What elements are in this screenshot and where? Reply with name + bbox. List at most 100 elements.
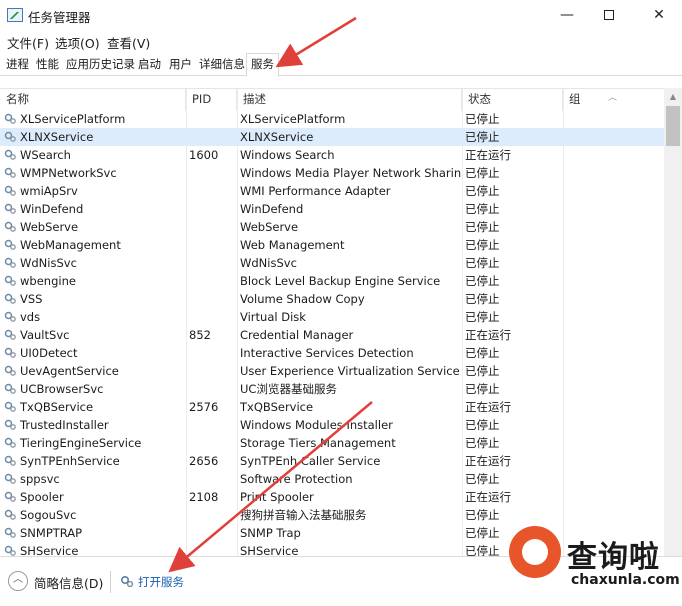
- chevron-up-icon[interactable]: ︿: [8, 571, 28, 591]
- table-row[interactable]: VaultSvc 852 Credential Manager 正在运行: [0, 326, 664, 344]
- service-description: WebServe: [240, 220, 299, 234]
- table-row[interactable]: WdNisSvc WdNisSvc 已停止: [0, 254, 664, 272]
- service-name: Spooler: [20, 490, 64, 504]
- tab-startup[interactable]: 启动: [134, 54, 165, 76]
- menu-options[interactable]: 选项(O): [55, 33, 100, 52]
- tab-strip: 进程 性能 应用历史记录 启动 用户 详细信息 服务: [0, 52, 682, 77]
- table-row[interactable]: UI0Detect Interactive Services Detection 已…: [0, 344, 664, 362]
- service-description: WMI Performance Adapter: [240, 184, 391, 198]
- table-row[interactable]: TrustedInstaller Windows Modules Installe…: [0, 416, 664, 434]
- table-row[interactable]: XLNXService XLNXService 已停止: [0, 128, 664, 146]
- menu-view[interactable]: 查看(V): [107, 33, 150, 52]
- service-pid: 1600: [189, 148, 219, 162]
- tab-performance[interactable]: 性能: [32, 54, 63, 76]
- service-status: 正在运行: [465, 454, 511, 468]
- watermark-magnifier-icon: [509, 526, 561, 578]
- tab-users[interactable]: 用户: [165, 54, 196, 76]
- table-row[interactable]: WebServe WebServe 已停止: [0, 218, 664, 236]
- tab-app-history[interactable]: 应用历史记录: [62, 54, 139, 76]
- service-status: 已停止: [465, 346, 500, 360]
- column-header-status[interactable]: 状态: [462, 89, 563, 111]
- title-bar[interactable]: 任务管理器 — ✕: [0, 0, 682, 30]
- service-status: 已停止: [465, 274, 500, 288]
- table-row[interactable]: WebManagement Web Management 已停止: [0, 236, 664, 254]
- table-row[interactable]: Spooler 2108 Print Spooler 正在运行: [0, 488, 664, 506]
- menu-bar: 文件(F) 选项(O) 查看(V): [0, 30, 682, 52]
- service-status: 已停止: [465, 382, 500, 396]
- tab-services[interactable]: 服务: [246, 53, 279, 77]
- service-status: 正在运行: [465, 148, 511, 162]
- service-name: TrustedInstaller: [20, 418, 109, 432]
- scroll-up-icon[interactable]: ▲: [664, 88, 682, 106]
- table-row[interactable]: wmiApSrv WMI Performance Adapter 已停止: [0, 182, 664, 200]
- service-name: VSS: [20, 292, 43, 306]
- service-status: 已停止: [465, 184, 500, 198]
- table-row[interactable]: WinDefend WinDefend 已停止: [0, 200, 664, 218]
- service-pid: 2656: [189, 454, 219, 468]
- service-status: 已停止: [465, 364, 500, 378]
- table-row[interactable]: WSearch 1600 Windows Search 正在运行: [0, 146, 664, 164]
- services-list: XLServicePlatform XLServicePlatform 已停止 XLN…: [0, 110, 664, 557]
- footer-divider: [110, 571, 111, 593]
- service-name: WSearch: [20, 148, 71, 162]
- minimize-button[interactable]: —: [544, 0, 590, 30]
- watermark-domain: chaxunla.com: [571, 572, 680, 588]
- tab-details[interactable]: 详细信息: [195, 54, 249, 76]
- table-row[interactable]: UevAgentService User Experience Virtualiz…: [0, 362, 664, 380]
- service-description: XLNXService: [240, 130, 314, 144]
- service-status: 已停止: [465, 436, 500, 450]
- service-description: Storage Tiers Management: [240, 436, 396, 450]
- service-name: WinDefend: [20, 202, 84, 216]
- table-row[interactable]: WMPNetworkSvc Windows Media Player Networ…: [0, 164, 664, 182]
- maximize-button[interactable]: [586, 0, 632, 30]
- table-row[interactable]: TxQBService 2576 TxQBService 正在运行: [0, 398, 664, 416]
- vertical-scrollbar[interactable]: ▲: [664, 88, 682, 556]
- scroll-thumb[interactable]: [666, 106, 680, 146]
- fewer-details-hotkey: (D): [84, 576, 104, 591]
- fewer-details-button[interactable]: 简略信息(D): [34, 573, 103, 592]
- service-status: 已停止: [465, 310, 500, 324]
- service-status: 已停止: [465, 238, 500, 252]
- tab-processes[interactable]: 进程: [2, 54, 33, 76]
- service-pid: 2576: [189, 400, 219, 414]
- service-description: SynTPEnh Caller Service: [240, 454, 381, 468]
- table-row[interactable]: vds Virtual Disk 已停止: [0, 308, 664, 326]
- table-row[interactable]: UCBrowserSvc UC浏览器基础服务 已停止: [0, 380, 664, 398]
- table-row[interactable]: wbengine Block Level Backup Engine Servic…: [0, 272, 664, 290]
- service-name: WMPNetworkSvc: [20, 166, 117, 180]
- column-header-description[interactable]: 描述: [237, 89, 462, 111]
- service-name: UevAgentService: [20, 364, 119, 378]
- table-row[interactable]: TieringEngineService Storage Tiers Manage…: [0, 434, 664, 452]
- table-row[interactable]: XLServicePlatform XLServicePlatform 已停止: [0, 110, 664, 128]
- close-button[interactable]: ✕: [636, 0, 682, 30]
- service-description: Windows Media Player Network Sharing ...: [240, 166, 461, 180]
- service-name: UCBrowserSvc: [20, 382, 104, 396]
- open-services-link[interactable]: 打开服务: [138, 574, 184, 590]
- watermark-text: 查询啦: [567, 540, 660, 575]
- column-header-group[interactable]: 组: [563, 89, 664, 111]
- service-name: SogouSvc: [20, 508, 77, 522]
- service-name: wmiApSrv: [20, 184, 78, 198]
- table-row[interactable]: SynTPEnhService 2656 SynTPEnh Caller Servi…: [0, 452, 664, 470]
- service-name: WebManagement: [20, 238, 121, 252]
- service-status: 已停止: [465, 292, 500, 306]
- table-row[interactable]: VSS Volume Shadow Copy 已停止: [0, 290, 664, 308]
- services-gear-icon: [120, 575, 134, 588]
- table-row[interactable]: sppsvc Software Protection 已停止: [0, 470, 664, 488]
- service-status: 已停止: [465, 220, 500, 234]
- service-description: SHService: [240, 544, 299, 557]
- service-pid: 852: [189, 328, 211, 342]
- service-name: SHService: [20, 544, 79, 557]
- service-description: Software Protection: [240, 472, 353, 486]
- service-status: 正在运行: [465, 490, 511, 504]
- menu-file[interactable]: 文件(F): [7, 33, 49, 52]
- service-status: 正在运行: [465, 328, 511, 342]
- fewer-details-label: 简略信息: [34, 576, 85, 591]
- column-header-pid[interactable]: PID: [186, 89, 237, 111]
- watermark-logo: 查询啦 chaxunla.com: [505, 520, 680, 604]
- service-name: XLServicePlatform: [20, 112, 126, 126]
- service-pid: 2108: [189, 490, 219, 504]
- service-description: Windows Modules Installer: [240, 418, 393, 432]
- column-header-name[interactable]: 名称: [0, 89, 186, 111]
- service-description: WdNisSvc: [240, 256, 297, 270]
